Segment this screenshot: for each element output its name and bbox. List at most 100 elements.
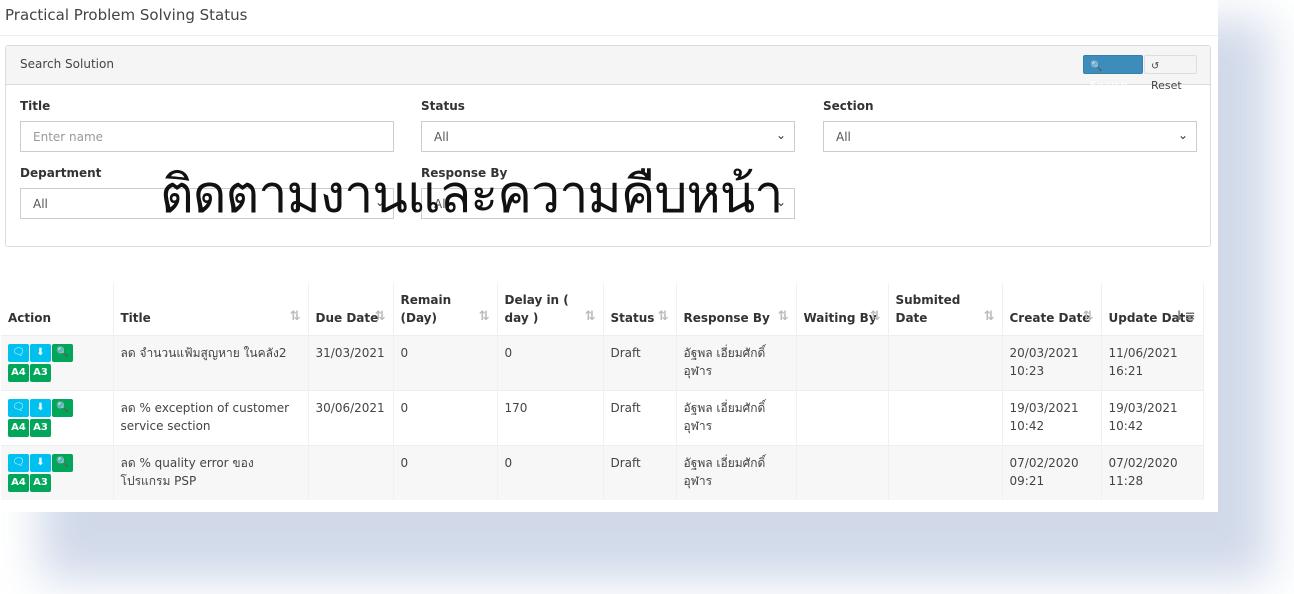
cell-remain: 0 <box>393 335 498 390</box>
cell-title: ลด % quality error ของโปรแกรม PSP <box>113 445 309 500</box>
reset-button[interactable]: ↺ Reset <box>1144 55 1197 92</box>
section-select[interactable]: All ⌄ <box>823 121 1197 152</box>
row-actions: 🗨 ⬇ 🔍 A4 A3 <box>1 335 114 390</box>
cell-response-by: อัฐพล เอี่ยมศักดิ์ อุฬาร <box>676 390 797 445</box>
col-waiting-by[interactable]: Waiting By ⇅ <box>796 283 889 335</box>
cell-submitted-date <box>888 390 1003 445</box>
cell-update-date: 19/03/2021 10:42 <box>1101 390 1204 445</box>
col-response-by-label: Response By <box>683 310 770 325</box>
row-actions: 🗨 ⬇ 🔍 A4 A3 <box>1 390 114 445</box>
comments-icon[interactable]: 🗨 <box>8 453 29 472</box>
cell-status: Draft <box>603 390 677 445</box>
table-row: 🗨 ⬇ 🔍 A4 A3 ลด % quality error ของโปรแกรม P… <box>1 445 1204 500</box>
cell-status: Draft <box>603 335 677 390</box>
search-button[interactable]: 🔍 Search <box>1083 55 1143 92</box>
a3-button[interactable]: A3 <box>30 418 51 437</box>
search-icon: 🔍 <box>1090 61 1103 72</box>
col-remain-label: Remain (Day) <box>400 292 452 325</box>
col-create-date-label: Create Date <box>1009 310 1091 325</box>
col-remain[interactable]: Remain (Day) ⇅ <box>393 283 498 335</box>
cell-update-date: 11/06/2021 16:21 <box>1101 335 1204 390</box>
cell-waiting-by <box>796 335 889 390</box>
cell-remain: 0 <box>393 445 498 500</box>
a4-button[interactable]: A4 <box>8 418 29 437</box>
view-icon[interactable]: 🔍 <box>52 343 73 362</box>
cell-create-date: 07/02/2020 09:21 <box>1002 445 1102 500</box>
sort-icon: ⇅ <box>983 308 995 324</box>
download-icon[interactable]: ⬇ <box>30 398 51 417</box>
cell-due-date <box>308 445 394 500</box>
cell-response-by: อัฐพล เอี่ยมศักดิ์ อุฬาร <box>676 445 797 500</box>
sort-icon: ⇅ <box>584 308 596 324</box>
sort-icon: ⇅ <box>289 308 301 324</box>
col-delay-label: Delay in ( day ) <box>504 292 569 325</box>
a4-button[interactable]: A4 <box>8 363 29 382</box>
main-panel: Practical Problem Solving Status Search … <box>0 0 1218 512</box>
status-field-label: Status <box>421 99 465 113</box>
col-create-date[interactable]: Create Date ⇅ <box>1002 283 1102 335</box>
col-due-date[interactable]: Due Date ⇅ <box>308 283 394 335</box>
download-icon[interactable]: ⬇ <box>30 453 51 472</box>
cell-delay: 0 <box>497 335 604 390</box>
comments-icon[interactable]: 🗨 <box>8 398 29 417</box>
cell-due-date: 30/06/2021 <box>308 390 394 445</box>
sort-icon: ⇅ <box>478 308 490 324</box>
a3-button[interactable]: A3 <box>30 473 51 492</box>
title-divider <box>0 35 1218 36</box>
section-select-value: All <box>836 130 851 144</box>
sort-icon: ⇅ <box>374 308 386 324</box>
download-icon[interactable]: ⬇ <box>30 343 51 362</box>
solutions-table: Action Title ⇅ Due Date ⇅ Remain (Day) ⇅ De… <box>1 283 1204 500</box>
sort-icon: ⇅ <box>777 308 789 324</box>
reset-button-label: Reset <box>1151 79 1182 92</box>
cell-update-date: 07/02/2020 11:28 <box>1101 445 1204 500</box>
col-waiting-by-label: Waiting By <box>803 310 877 325</box>
comments-icon[interactable]: 🗨 <box>8 343 29 362</box>
cell-title: ลด จำนวนแฟ้มสูญหาย ในคลัง2 <box>113 335 309 390</box>
table-header-row: Action Title ⇅ Due Date ⇅ Remain (Day) ⇅ De… <box>1 283 1204 335</box>
chevron-down-icon: ⌄ <box>1177 128 1188 142</box>
col-submitted-date-label: Submited Date <box>895 292 961 325</box>
cell-create-date: 19/03/2021 10:42 <box>1002 390 1102 445</box>
a3-button[interactable]: A3 <box>30 363 51 382</box>
sort-icon: ⇅ <box>657 308 669 324</box>
col-title-label: Title <box>120 310 151 325</box>
col-submitted-date[interactable]: Submited Date ⇅ <box>888 283 1003 335</box>
cell-due-date: 31/03/2021 <box>308 335 394 390</box>
cell-waiting-by <box>796 390 889 445</box>
a4-button[interactable]: A4 <box>8 473 29 492</box>
col-due-date-label: Due Date <box>315 310 379 325</box>
cell-waiting-by <box>796 445 889 500</box>
cell-status: Draft <box>603 445 677 500</box>
col-title[interactable]: Title ⇅ <box>113 283 309 335</box>
page-title: Practical Problem Solving Status <box>5 6 248 24</box>
department-select-value: All <box>33 197 48 211</box>
cell-delay: 0 <box>497 445 604 500</box>
search-header-label: Search Solution <box>20 57 114 71</box>
status-select[interactable]: All ⌄ <box>421 121 795 152</box>
sort-desc-icon: ↓≡ <box>1173 308 1196 324</box>
cell-response-by: อัฐพล เอี่ยมศักดิ์ อุฬาร <box>676 335 797 390</box>
department-field-label: Department <box>20 166 102 180</box>
title-field-label: Title <box>20 99 51 113</box>
table-row: 🗨 ⬇ 🔍 A4 A3 ลด % exception of customer serv… <box>1 390 1204 445</box>
col-status[interactable]: Status ⇅ <box>603 283 677 335</box>
sort-icon: ⇅ <box>869 308 881 324</box>
cell-submitted-date <box>888 445 1003 500</box>
status-select-value: All <box>434 130 449 144</box>
view-icon[interactable]: 🔍 <box>52 453 73 472</box>
col-response-by[interactable]: Response By ⇅ <box>676 283 797 335</box>
view-icon[interactable]: 🔍 <box>52 398 73 417</box>
cell-create-date: 20/03/2021 10:23 <box>1002 335 1102 390</box>
sort-icon: ⇅ <box>1082 308 1094 324</box>
col-action: Action <box>1 283 114 335</box>
row-actions: 🗨 ⬇ 🔍 A4 A3 <box>1 445 114 500</box>
title-input[interactable]: Enter name <box>20 121 394 152</box>
col-delay[interactable]: Delay in ( day ) ⇅ <box>497 283 604 335</box>
cell-remain: 0 <box>393 390 498 445</box>
undo-icon: ↺ <box>1151 61 1160 72</box>
section-field-label: Section <box>823 99 874 113</box>
col-update-date[interactable]: Update Date ↓≡ <box>1101 283 1204 335</box>
chevron-down-icon: ⌄ <box>775 128 786 142</box>
cell-delay: 170 <box>497 390 604 445</box>
